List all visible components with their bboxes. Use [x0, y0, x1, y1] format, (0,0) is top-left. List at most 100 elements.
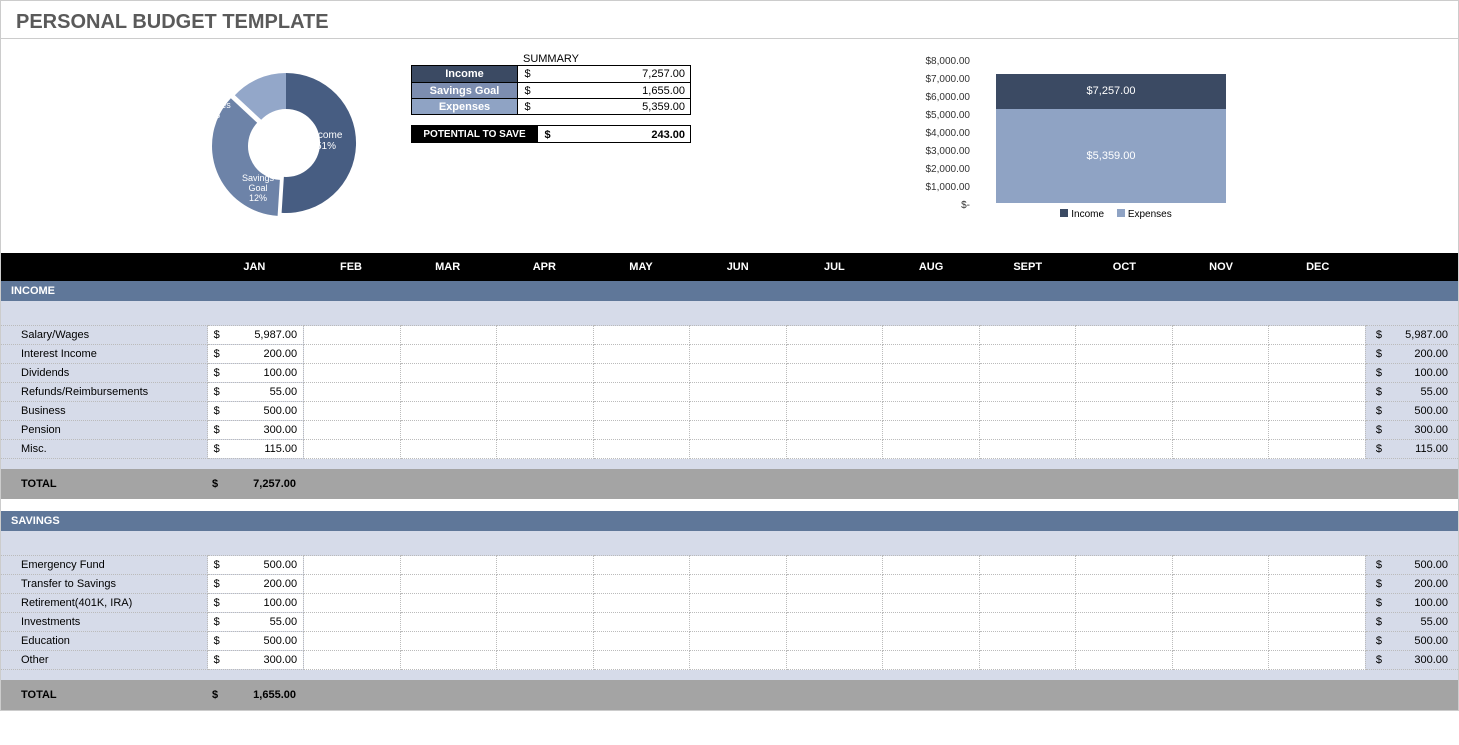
cell[interactable]: [1076, 632, 1173, 651]
cell[interactable]: [979, 345, 1076, 364]
cell[interactable]: [497, 613, 594, 632]
cell[interactable]: $100.00: [207, 594, 304, 613]
cell[interactable]: [1076, 440, 1173, 459]
cell[interactable]: [979, 651, 1076, 670]
cell[interactable]: [400, 402, 497, 421]
cell[interactable]: [979, 383, 1076, 402]
cell[interactable]: $300.00: [207, 421, 304, 440]
cell[interactable]: [690, 594, 787, 613]
cell[interactable]: [304, 594, 401, 613]
cell[interactable]: [690, 632, 787, 651]
cell[interactable]: $55.00: [207, 613, 304, 632]
cell[interactable]: [1269, 326, 1366, 345]
cell[interactable]: [304, 383, 401, 402]
cell[interactable]: [979, 326, 1076, 345]
cell[interactable]: [1076, 613, 1173, 632]
cell[interactable]: [304, 613, 401, 632]
cell[interactable]: [400, 364, 497, 383]
cell[interactable]: [979, 402, 1076, 421]
cell[interactable]: [979, 575, 1076, 594]
cell[interactable]: [1172, 326, 1269, 345]
cell[interactable]: [883, 383, 980, 402]
cell[interactable]: $55.00: [207, 383, 304, 402]
cell[interactable]: $500.00: [207, 632, 304, 651]
cell[interactable]: [1172, 632, 1269, 651]
cell[interactable]: [593, 651, 690, 670]
cell[interactable]: [593, 364, 690, 383]
cell[interactable]: [497, 556, 594, 575]
cell[interactable]: [883, 345, 980, 364]
cell[interactable]: [304, 421, 401, 440]
cell[interactable]: [786, 364, 883, 383]
summary-income-value[interactable]: 7,257.00: [537, 66, 690, 82]
cell[interactable]: [497, 326, 594, 345]
cell[interactable]: [497, 575, 594, 594]
cell[interactable]: [304, 364, 401, 383]
cell[interactable]: [497, 345, 594, 364]
pts-value[interactable]: 243.00: [557, 126, 690, 142]
cell[interactable]: $500.00: [207, 402, 304, 421]
cell[interactable]: [1269, 364, 1366, 383]
cell[interactable]: $115.00: [207, 440, 304, 459]
cell[interactable]: [497, 651, 594, 670]
cell[interactable]: [979, 556, 1076, 575]
cell[interactable]: [690, 345, 787, 364]
cell[interactable]: [593, 421, 690, 440]
cell[interactable]: [1076, 594, 1173, 613]
summary-savings-value[interactable]: 1,655.00: [537, 83, 690, 98]
cell[interactable]: [786, 383, 883, 402]
cell[interactable]: [400, 575, 497, 594]
cell[interactable]: [1172, 651, 1269, 670]
cell[interactable]: [1269, 651, 1366, 670]
cell[interactable]: [1172, 575, 1269, 594]
cell[interactable]: [593, 594, 690, 613]
cell[interactable]: [304, 575, 401, 594]
cell[interactable]: $300.00: [207, 651, 304, 670]
cell[interactable]: [786, 345, 883, 364]
cell[interactable]: [979, 613, 1076, 632]
cell[interactable]: [1269, 383, 1366, 402]
cell[interactable]: [1076, 345, 1173, 364]
cell[interactable]: [400, 556, 497, 575]
cell[interactable]: [690, 651, 787, 670]
cell[interactable]: [593, 345, 690, 364]
cell[interactable]: $200.00: [207, 575, 304, 594]
cell[interactable]: [1172, 440, 1269, 459]
cell[interactable]: [497, 594, 594, 613]
cell[interactable]: [1076, 556, 1173, 575]
cell[interactable]: [883, 556, 980, 575]
cell[interactable]: [979, 364, 1076, 383]
cell[interactable]: [497, 421, 594, 440]
cell[interactable]: [400, 613, 497, 632]
cell[interactable]: [497, 402, 594, 421]
cell[interactable]: $500.00: [207, 556, 304, 575]
cell[interactable]: [400, 383, 497, 402]
cell[interactable]: [400, 651, 497, 670]
cell[interactable]: [786, 556, 883, 575]
cell[interactable]: [1076, 364, 1173, 383]
cell[interactable]: [1269, 575, 1366, 594]
cell[interactable]: [1269, 613, 1366, 632]
cell[interactable]: [1172, 383, 1269, 402]
cell[interactable]: [979, 440, 1076, 459]
cell[interactable]: [690, 383, 787, 402]
cell[interactable]: [400, 326, 497, 345]
cell[interactable]: [786, 632, 883, 651]
cell[interactable]: [883, 575, 980, 594]
cell[interactable]: [593, 556, 690, 575]
cell[interactable]: [1076, 575, 1173, 594]
cell[interactable]: [304, 345, 401, 364]
cell[interactable]: [400, 440, 497, 459]
cell[interactable]: [1076, 402, 1173, 421]
cell[interactable]: [1172, 364, 1269, 383]
cell[interactable]: [1269, 421, 1366, 440]
cell[interactable]: [979, 594, 1076, 613]
cell[interactable]: [1076, 383, 1173, 402]
cell[interactable]: [690, 364, 787, 383]
cell[interactable]: [883, 594, 980, 613]
cell[interactable]: [304, 556, 401, 575]
cell[interactable]: [883, 440, 980, 459]
cell[interactable]: [883, 326, 980, 345]
cell[interactable]: [400, 594, 497, 613]
cell[interactable]: [1172, 613, 1269, 632]
